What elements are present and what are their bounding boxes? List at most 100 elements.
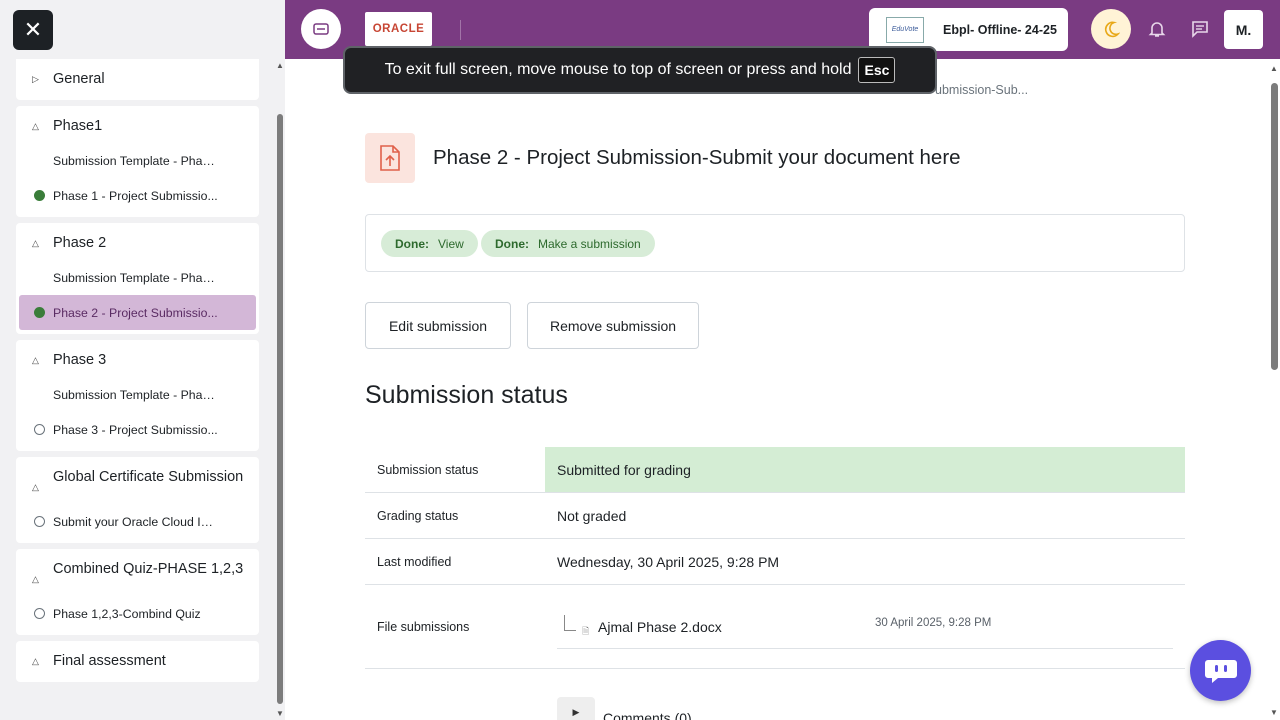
section-title: Phase1: [53, 118, 103, 134]
course-index: ▷ General △ Phase1 Submission Template -…: [16, 59, 259, 720]
bell-icon[interactable]: [1147, 19, 1167, 39]
breadcrumb[interactable]: ubmission-Sub...: [935, 83, 1028, 97]
file-link[interactable]: Ajmal Phase 2.docx: [598, 619, 722, 635]
divider: [460, 20, 461, 40]
course-index-drawer: ✕ ▷ General △ Phase1 Submission Template…: [0, 0, 285, 720]
close-icon: ✕: [23, 17, 43, 42]
completion-badge-submission: Done: Make a submission: [481, 230, 655, 257]
badge-label: Make a submission: [538, 236, 641, 251]
section-title: Phase 3: [53, 352, 107, 368]
chatbot-icon: [1204, 659, 1237, 683]
comments-label: Comments (0): [603, 710, 692, 720]
completion-empty-icon: [34, 424, 45, 435]
chat-icon[interactable]: [1190, 19, 1210, 39]
moon-icon: [1104, 21, 1120, 38]
user-menu-avatar[interactable]: M.: [1224, 10, 1263, 49]
assignment-icon: [365, 133, 415, 183]
close-drawer-button[interactable]: ✕: [13, 10, 53, 50]
sidebar-item[interactable]: Phase 1,2,3-Combind Quiz: [16, 596, 259, 631]
section-header-final-assessment[interactable]: △ Final assessment: [16, 645, 259, 678]
sidebar-item[interactable]: Phase 1 - Project Submissio...: [16, 178, 259, 213]
table-row: Grading status Not graded: [365, 493, 1185, 539]
row-value: Not graded: [557, 507, 627, 524]
sidebar-item-label: Phase 1,2,3-Combind Quiz: [53, 606, 201, 621]
chevron-up-icon: △: [32, 121, 39, 131]
badge-state: Done:: [395, 236, 429, 251]
row-label: Submission status: [377, 462, 479, 477]
scroll-up-icon[interactable]: ▲: [276, 61, 284, 70]
badge-state: Done:: [495, 236, 529, 251]
course-name: Ebpl- Offline- 24-25: [943, 22, 1057, 37]
section-header-general[interactable]: ▷ General: [16, 63, 259, 96]
section-header-phase3[interactable]: △ Phase 3: [16, 344, 259, 377]
oracle-logo[interactable]: ORACLE: [365, 12, 432, 46]
row-label: Grading status: [377, 508, 459, 523]
sidebar-item-active[interactable]: Phase 2 - Project Submissio...: [19, 295, 256, 330]
section-title: General: [53, 71, 105, 87]
scroll-up-icon[interactable]: ▲: [1270, 64, 1278, 73]
status-value: Submitted for grading: [545, 447, 1185, 492]
chevron-right-icon: ▷: [32, 74, 39, 84]
section-phase2: △ Phase 2 Submission Template - Phas... …: [16, 223, 259, 334]
chevron-up-icon: △: [32, 656, 39, 666]
esc-key: Esc: [858, 57, 896, 83]
document-icon: 🗎: [582, 626, 590, 636]
section-header-global-certificate[interactable]: △ Global Certificate Submission: [16, 461, 259, 504]
course-logo-text: EduVote: [891, 26, 919, 33]
section-heading: Submission status: [365, 381, 568, 409]
sidebar-item-label: Phase 1 - Project Submissio...: [53, 188, 218, 203]
sidebar-item-label: Submission Template - Phas...: [53, 153, 218, 168]
sidebar-item[interactable]: Submission Template - Phas...: [16, 377, 259, 412]
comments-toggle[interactable]: ▶ Comments (0): [557, 697, 692, 720]
dark-mode-toggle[interactable]: [1091, 9, 1131, 49]
chatbot-button[interactable]: [1190, 640, 1251, 701]
sidebar-item-label: Submit your Oracle Cloud Inf...: [53, 514, 218, 529]
chevron-up-icon: △: [32, 355, 39, 365]
sidebar-item[interactable]: Submit your Oracle Cloud Inf...: [16, 504, 259, 539]
section-general: ▷ General: [16, 59, 259, 100]
drawer-toggle-button[interactable]: [301, 9, 341, 49]
section-title: Phase 2: [53, 235, 107, 251]
section-title: Global Certificate Submission: [53, 469, 244, 485]
sidebar-item[interactable]: Submission Template - Phas...: [16, 260, 259, 295]
sidebar-toggle-icon: [313, 23, 329, 35]
row-label: File submissions: [377, 619, 470, 634]
sidebar-scrollbar[interactable]: ▲ ▼: [276, 59, 284, 720]
scrollbar-thumb[interactable]: [277, 114, 283, 704]
sidebar-item-label: Phase 2 - Project Submissio...: [53, 305, 218, 320]
row-value: Wednesday, 30 April 2025, 9:28 PM: [557, 553, 780, 570]
scroll-down-icon[interactable]: ▼: [276, 709, 284, 718]
remove-submission-button[interactable]: Remove submission: [527, 302, 699, 349]
sidebar-item[interactable]: Phase 3 - Project Submissio...: [16, 412, 259, 447]
completion-badge-view: Done: View: [381, 230, 478, 257]
page-scrollbar[interactable]: ▲ ▼: [1268, 59, 1280, 720]
scroll-down-icon[interactable]: ▼: [1270, 708, 1278, 717]
chevron-right-icon[interactable]: ▶: [557, 697, 595, 720]
submission-status-table: Submission status Submitted for grading …: [365, 447, 1185, 669]
sidebar-item[interactable]: Submission Template - Phas...: [16, 143, 259, 178]
section-header-combined-quiz[interactable]: △ Combined Quiz-PHASE 1,2,3: [16, 553, 259, 596]
sidebar-item-label: Submission Template - Phas...: [53, 270, 218, 285]
brand-logo-text: ORACLE: [372, 23, 425, 35]
course-chip[interactable]: EduVote Ebpl- Offline- 24-25: [869, 8, 1068, 51]
chevron-up-icon: △: [32, 482, 39, 492]
section-header-phase2[interactable]: △ Phase 2: [16, 227, 259, 260]
section-phase1: △ Phase1 Submission Template - Phas... P…: [16, 106, 259, 217]
section-combined-quiz: △ Combined Quiz-PHASE 1,2,3 Phase 1,2,3-…: [16, 549, 259, 635]
completion-check-icon: [34, 307, 45, 318]
section-header-phase1[interactable]: △ Phase1: [16, 110, 259, 143]
tree-connector: [564, 615, 576, 631]
completion-empty-icon: [34, 516, 45, 527]
row-label: Last modified: [377, 554, 452, 569]
avatar-initial: M.: [1235, 21, 1252, 38]
completion-check-icon: [34, 190, 45, 201]
page-title: Phase 2 - Project Submission-Submit your…: [433, 146, 961, 169]
file-entry: 🗎 Ajmal Phase 2.docx 30 April 2025, 9:28…: [557, 615, 1173, 649]
section-final-assessment: △ Final assessment: [16, 641, 259, 682]
toast-message: To exit full screen, move mouse to top o…: [384, 61, 852, 78]
sidebar-item-label: Phase 3 - Project Submissio...: [53, 422, 218, 437]
scrollbar-thumb[interactable]: [1271, 83, 1278, 370]
section-title: Combined Quiz-PHASE 1,2,3: [53, 561, 244, 577]
sidebar-item-label: Submission Template - Phas...: [53, 387, 218, 402]
edit-submission-button[interactable]: Edit submission: [365, 302, 511, 349]
